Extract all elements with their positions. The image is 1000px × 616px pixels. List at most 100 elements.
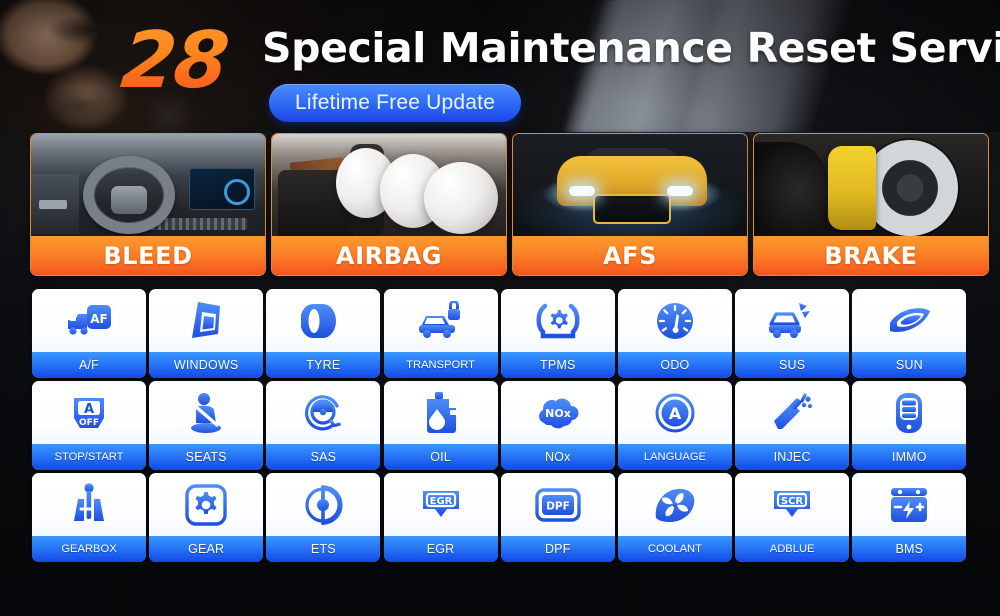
svg-text:SCR: SCR: [781, 496, 804, 507]
feature-card-photo: [272, 134, 506, 238]
service-tile-label: ODO: [617, 352, 732, 378]
battery-management-icon: [852, 473, 967, 536]
svg-text:EGR: EGR: [429, 496, 452, 507]
service-tile-label: GEAR: [149, 536, 264, 562]
service-tile-transport[interactable]: TRANSPORT: [383, 289, 498, 378]
feature-card-afs[interactable]: AFS: [512, 133, 748, 276]
car-cockpit-steering-wheel-photo: [31, 134, 265, 238]
feature-card-row: BLEED AIRBAG AFS BRAKE: [0, 133, 1000, 278]
service-tile-label: A/F: [32, 352, 146, 378]
feature-card-label: AIRBAG: [272, 236, 506, 275]
feature-card-photo: [754, 134, 988, 238]
feature-card-bleed[interactable]: BLEED: [30, 133, 266, 276]
feature-card-brake[interactable]: BRAKE: [753, 133, 989, 276]
window-glass-icon: [149, 289, 264, 352]
service-tile-gearbox[interactable]: GEARBOX: [32, 473, 146, 562]
service-tile-label: EGR: [383, 536, 498, 562]
service-tile-label: IMMO: [852, 444, 967, 470]
badge-number: 28: [117, 16, 232, 106]
service-tile-label: TYRE: [266, 352, 381, 378]
feature-card-label: AFS: [513, 236, 747, 275]
service-tile-sus[interactable]: SUS: [735, 289, 850, 378]
service-tile-ets[interactable]: ETS: [266, 473, 381, 562]
service-tile-label: LANGUAGE: [617, 444, 732, 470]
scr-adblue-icon: SCR: [735, 473, 850, 536]
egr-valve-icon: EGR: [383, 473, 498, 536]
service-tile-label: SUS: [735, 352, 850, 378]
service-tile-gear[interactable]: GEAR: [149, 473, 264, 562]
service-tile-label: BMS: [852, 536, 967, 562]
service-tile-odo[interactable]: ODO: [617, 289, 732, 378]
service-tile-label: GEARBOX: [32, 536, 146, 562]
service-tile-stop-start[interactable]: A OFF STOP/START: [32, 381, 146, 470]
service-tile-label: ADBLUE: [735, 536, 850, 562]
service-tile-egr[interactable]: EGR EGR: [383, 473, 498, 562]
service-tile-label: DPF: [500, 536, 615, 562]
service-tile-tpms[interactable]: TPMS: [500, 289, 615, 378]
service-tile-bms[interactable]: BMS: [852, 473, 967, 562]
truck-af-icon: AF: [32, 289, 146, 352]
service-tile-seats[interactable]: SEATS: [149, 381, 264, 470]
language-letter-a-icon: A: [617, 381, 732, 444]
odometer-gauge-icon: [617, 289, 732, 352]
svg-text:DPF: DPF: [546, 500, 570, 512]
seatbelt-passenger-icon: [149, 381, 264, 444]
coolant-fan-icon: [617, 473, 732, 536]
page-title: Special Maintenance Reset Service: [262, 24, 1000, 72]
dpf-filter-icon: DPF: [500, 473, 615, 536]
deployed-airbags-interior-photo: [272, 134, 506, 238]
brake-disc-yellow-caliper-photo: [754, 134, 988, 238]
immobilizer-key-fob-icon: [852, 381, 967, 444]
feature-card-photo: [513, 134, 747, 238]
service-tile-sas[interactable]: SAS: [266, 381, 381, 470]
service-tile-language[interactable]: A LANGUAGE: [617, 381, 732, 470]
service-tile-label: NOx: [500, 444, 615, 470]
service-tile-oil[interactable]: OIL: [383, 381, 498, 470]
service-tile-af[interactable]: AF A/F: [32, 289, 146, 378]
gear-shifter-icon: [32, 473, 146, 536]
auto-stop-start-off-icon: A OFF: [32, 381, 146, 444]
svg-text:AF: AF: [90, 312, 107, 326]
service-tile-adblue[interactable]: SCR ADBLUE: [735, 473, 850, 562]
service-tile-label: INJEC: [735, 444, 850, 470]
lifetime-free-update-badge: Lifetime Free Update: [269, 84, 522, 122]
service-tile-label: SAS: [266, 444, 381, 470]
feature-card-photo: [31, 134, 265, 238]
sunroof-icon: [852, 289, 967, 352]
service-tile-label: OIL: [383, 444, 498, 470]
maintenance-reset-service-poster: 28 Special Maintenance Reset Service Lif…: [0, 0, 1000, 616]
service-tile-label: TRANSPORT: [383, 352, 498, 378]
service-tile-windows[interactable]: WINDOWS: [149, 289, 264, 378]
svg-text:A: A: [669, 404, 682, 423]
service-tile-label: STOP/START: [32, 444, 146, 470]
tyre-icon: [266, 289, 381, 352]
service-tile-tyre[interactable]: TYRE: [266, 289, 381, 378]
header: 28 Special Maintenance Reset Service Lif…: [0, 0, 1000, 132]
service-tile-dpf[interactable]: DPF DPF: [500, 473, 615, 562]
gear-cog-square-icon: [149, 473, 264, 536]
svg-text:NOx: NOx: [545, 407, 571, 420]
feature-card-airbag[interactable]: AIRBAG: [271, 133, 507, 276]
feature-card-label: BLEED: [31, 236, 265, 275]
car-suspension-icon: [735, 289, 850, 352]
service-tile-label: TPMS: [500, 352, 615, 378]
service-tile-label: WINDOWS: [149, 352, 264, 378]
tyre-pressure-gear-icon: [500, 289, 615, 352]
nox-cloud-icon: NOx: [500, 381, 615, 444]
service-tile-sun[interactable]: SUN: [852, 289, 967, 378]
oil-can-icon: [383, 381, 498, 444]
service-tile-label: SEATS: [149, 444, 264, 470]
service-tile-label: COOLANT: [617, 536, 732, 562]
fuel-injector-icon: [735, 381, 850, 444]
service-tile-injec[interactable]: INJEC: [735, 381, 850, 470]
service-tile-label: SUN: [852, 352, 967, 378]
service-tile-immo[interactable]: IMMO: [852, 381, 967, 470]
service-tile-nox[interactable]: NOx NOx: [500, 381, 615, 470]
steering-angle-sensor-icon: [266, 381, 381, 444]
svg-text:A: A: [84, 402, 94, 417]
service-tile-label: ETS: [266, 536, 381, 562]
service-tile-coolant[interactable]: COOLANT: [617, 473, 732, 562]
throttle-body-icon: [266, 473, 381, 536]
yellow-sports-car-headlights-photo: [513, 134, 747, 238]
service-grid: AF A/F WINDOWS TYRE TRANSPORT TPMS ODO S…: [32, 289, 968, 562]
